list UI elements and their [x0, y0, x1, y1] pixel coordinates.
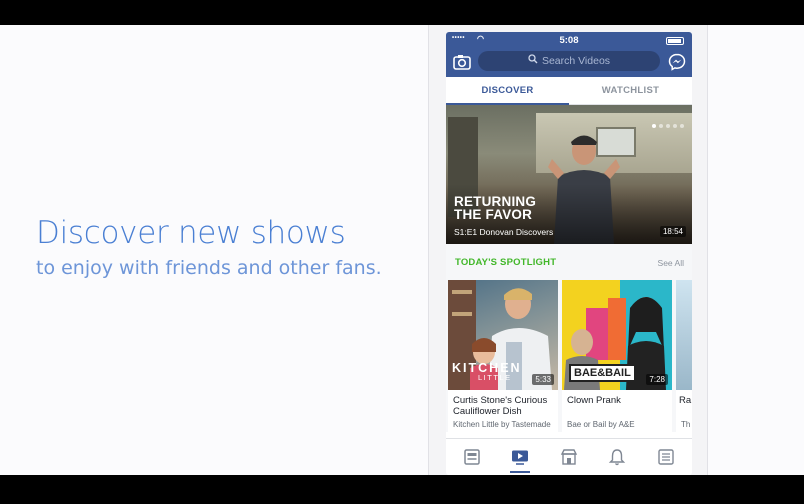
messenger-icon[interactable]	[667, 52, 687, 72]
spotlight-carousel: KITCHEN LITTLE 5:33 Curtis Stone's Curio…	[446, 280, 692, 432]
carousel-pager	[649, 115, 684, 133]
video-title: Ra	[679, 395, 692, 406]
duration-badge: 7:28	[646, 374, 668, 385]
tab-discover[interactable]: DISCOVER	[446, 77, 569, 105]
video-thumbnail	[676, 280, 692, 390]
video-title: Curtis Stone's Curious Cauliflower Dish	[453, 395, 548, 417]
letterbox-top	[0, 0, 804, 25]
search-videos-input[interactable]: Search Videos	[478, 51, 660, 71]
letterbox-bottom	[0, 475, 804, 504]
marketplace-icon[interactable]	[559, 447, 579, 467]
hero-show-title: RETURNING THE FAVOR	[454, 194, 537, 222]
hero-episode: S1:E1 Donovan Discovers	[454, 227, 554, 237]
pager-dot	[680, 124, 684, 128]
video-title: Clown Prank	[567, 395, 621, 406]
see-all-link[interactable]: See All	[658, 258, 684, 268]
search-icon	[528, 51, 538, 71]
phone-screen: ••••• ◠ 5:08 Search Videos DISCOVER WATC…	[446, 32, 692, 475]
featured-video[interactable]: RETURNING THE FAVOR S1:E1 Donovan Discov…	[446, 105, 692, 244]
menu-icon[interactable]	[656, 447, 676, 467]
bottom-tab-bar	[446, 438, 692, 475]
video-thumbnail: KITCHEN LITTLE 5:33	[448, 280, 558, 390]
video-card[interactable]: BAE&BAIL 7:28 Clown Prank Bae or Bail by…	[562, 280, 672, 432]
video-tabs: DISCOVER WATCHLIST	[446, 77, 692, 105]
video-card[interactable]: KITCHEN LITTLE 5:33 Curtis Stone's Curio…	[448, 280, 558, 432]
notifications-bell-icon[interactable]	[607, 447, 627, 467]
promo-subline: to enjoy with friends and other fans.	[36, 257, 382, 279]
promo-headline: Discover new shows	[36, 215, 346, 251]
phone-frame: ••••• ◠ 5:08 Search Videos DISCOVER WATC…	[428, 25, 708, 475]
search-placeholder: Search Videos	[541, 55, 611, 67]
video-card-partial[interactable]: Ra Th Mi	[676, 280, 692, 432]
news-feed-icon[interactable]	[462, 447, 482, 467]
active-tab-indicator	[510, 471, 530, 473]
pager-dot	[666, 124, 670, 128]
tab-watchlist[interactable]: WATCHLIST	[569, 77, 692, 105]
top-app-bar: ••••• ◠ 5:08 Search Videos	[446, 32, 692, 77]
status-time: 5:08	[559, 35, 579, 46]
video-thumbnail: BAE&BAIL 7:28	[562, 280, 672, 390]
spotlight-title: TODAY'S SPOTLIGHT	[455, 257, 557, 268]
pager-dot	[673, 124, 677, 128]
bae-or-bail-logo: BAE&BAIL	[569, 364, 636, 382]
battery-icon	[666, 37, 684, 45]
camera-icon[interactable]	[452, 52, 472, 72]
spotlight-header: TODAY'S SPOTLIGHT See All	[446, 244, 692, 280]
promo-stage: Discover new shows to enjoy with friends…	[0, 25, 804, 475]
status-bar: ••••• ◠ 5:08	[446, 34, 692, 47]
duration-badge: 5:33	[532, 374, 554, 385]
pager-dot	[659, 124, 663, 128]
pager-dot-active	[652, 124, 656, 128]
hero-duration-badge: 18:54	[659, 226, 686, 237]
kitchen-little-logo-sub: LITTLE	[478, 373, 512, 382]
video-icon[interactable]	[510, 447, 530, 467]
video-source: Kitchen Little by Tastemade	[453, 420, 551, 429]
video-source: Bae or Bail by A&E	[567, 420, 635, 429]
video-source: Th Mi	[681, 420, 692, 429]
